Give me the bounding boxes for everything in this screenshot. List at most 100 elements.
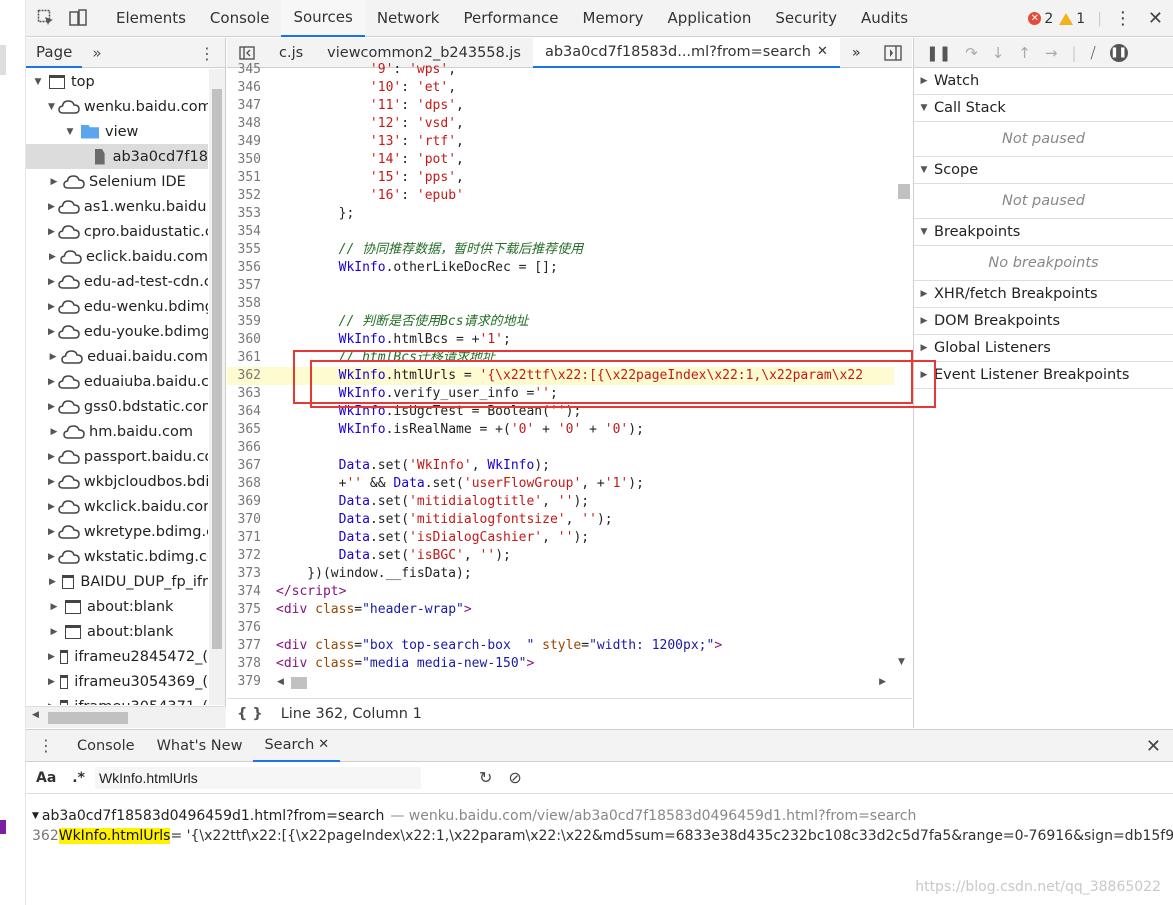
- tree-item[interactable]: ▶ eduai.baidu.com: [26, 344, 208, 369]
- collapsed-arrow-icon[interactable]: ▶: [48, 402, 55, 412]
- search-input[interactable]: [94, 766, 421, 789]
- collapsed-arrow-icon[interactable]: ▶: [48, 377, 55, 387]
- collapsed-arrow-icon[interactable]: ▶: [48, 227, 55, 237]
- line-number[interactable]: 363: [227, 385, 269, 403]
- code-line[interactable]: 348 '12': 'vsd',: [227, 115, 894, 133]
- code-line[interactable]: 345 '9': 'wps',: [227, 61, 894, 79]
- code-line[interactable]: 351 '15': 'pps',: [227, 169, 894, 187]
- section-watch[interactable]: ▶ Watch: [914, 68, 1173, 95]
- expanded-arrow-icon[interactable]: ▼: [914, 227, 934, 237]
- tree-item[interactable]: ▶ passport.baidu.co: [26, 444, 208, 469]
- step-icon[interactable]: →: [1045, 44, 1058, 62]
- tree-item[interactable]: ▼ view: [26, 119, 208, 144]
- navigator-horizontal-scrollbar[interactable]: ◀: [26, 706, 226, 728]
- tree-item[interactable]: ▶ wkbjcloudbos.bdi: [26, 469, 208, 494]
- close-tab-icon[interactable]: ✕: [318, 737, 329, 752]
- line-number[interactable]: 345: [227, 61, 269, 79]
- collapsed-arrow-icon[interactable]: ▶: [48, 602, 60, 612]
- line-number[interactable]: 372: [227, 547, 269, 565]
- code-line[interactable]: 369 Data.set('mitidialogtitle', '');: [227, 493, 894, 511]
- code-line[interactable]: 360 WkInfo.htmlBcs = +'1';: [227, 331, 894, 349]
- deactivate-breakpoints-icon[interactable]: ⧸: [1091, 44, 1096, 62]
- scroll-left-icon[interactable]: ◀: [277, 677, 284, 687]
- close-devtools-icon[interactable]: ✕: [1148, 8, 1163, 29]
- line-number[interactable]: 356: [227, 259, 269, 277]
- tree-item[interactable]: ▶ Selenium IDE: [26, 169, 208, 194]
- section-xhr-fetch-breakpoints[interactable]: ▶ XHR/fetch Breakpoints: [914, 281, 1173, 308]
- tab-sources[interactable]: Sources: [281, 0, 365, 37]
- line-number[interactable]: 362: [227, 367, 269, 385]
- tree-item[interactable]: ▶ edu-ad-test-cdn.c: [26, 269, 208, 294]
- section-breakpoints[interactable]: ▼ Breakpoints: [914, 219, 1173, 246]
- code-line[interactable]: 356 WkInfo.otherLikeDocRec = [];: [227, 259, 894, 277]
- collapsed-arrow-icon[interactable]: ▶: [48, 302, 55, 312]
- drawer-menu-icon[interactable]: ⋮: [26, 736, 66, 755]
- match-case-toggle[interactable]: Aa: [36, 770, 56, 786]
- tab-performance[interactable]: Performance: [451, 0, 570, 37]
- collapsed-arrow-icon[interactable]: ▶: [914, 343, 934, 353]
- refresh-icon[interactable]: ↻: [479, 768, 492, 787]
- collapsed-arrow-icon[interactable]: ▶: [48, 527, 55, 537]
- tree-item[interactable]: ▶ about:blank: [26, 594, 208, 619]
- code-line[interactable]: 368 +'' && Data.set('userFlowGroup', +'1…: [227, 475, 894, 493]
- regex-toggle[interactable]: .*: [72, 770, 85, 786]
- collapsed-arrow-icon[interactable]: ▶: [48, 652, 55, 662]
- tree-item[interactable]: ▶ gss0.bdstatic.com: [26, 394, 208, 419]
- tab-page[interactable]: Page: [26, 38, 83, 68]
- warning-counter[interactable]: 1: [1059, 11, 1085, 27]
- code-line[interactable]: 371 Data.set('isDialogCashier', '');: [227, 529, 894, 547]
- line-number[interactable]: 368: [227, 475, 269, 493]
- code-line[interactable]: 347 '11': 'dps',: [227, 97, 894, 115]
- scrollbar-thumb[interactable]: [898, 184, 910, 199]
- tree-item[interactable]: ▶ BAIDU_DUP_fp_ifr: [26, 569, 208, 594]
- code-line[interactable]: 372 Data.set('isBGC', '');: [227, 547, 894, 565]
- line-number[interactable]: 347: [227, 97, 269, 115]
- line-number[interactable]: 374: [227, 583, 269, 601]
- tree-item[interactable]: ▶ about:blank: [26, 619, 208, 644]
- navigator-vertical-scrollbar[interactable]: [209, 69, 225, 705]
- line-number[interactable]: 351: [227, 169, 269, 187]
- tree-item[interactable]: ▶ eduaiuba.baidu.co: [26, 369, 208, 394]
- close-tab-icon[interactable]: ✕: [817, 44, 828, 59]
- tree-item[interactable]: ab3a0cd7f18: [26, 144, 208, 169]
- line-number[interactable]: 352: [227, 187, 269, 205]
- collapsed-arrow-icon[interactable]: ▶: [914, 289, 934, 299]
- collapsed-arrow-icon[interactable]: ▶: [48, 677, 55, 687]
- line-number[interactable]: 350: [227, 151, 269, 169]
- collapsed-arrow-icon[interactable]: ▶: [48, 477, 55, 487]
- section-event-listener-breakpoints[interactable]: ▶ Event Listener Breakpoints: [914, 362, 1173, 389]
- line-number[interactable]: 376: [227, 619, 269, 637]
- line-number[interactable]: 357: [227, 277, 269, 295]
- code-line[interactable]: 346 '10': 'et',: [227, 79, 894, 97]
- pretty-print-icon[interactable]: { }: [237, 706, 263, 722]
- section-dom-breakpoints[interactable]: ▶ DOM Breakpoints: [914, 308, 1173, 335]
- line-number[interactable]: 375: [227, 601, 269, 619]
- line-number[interactable]: 377: [227, 637, 269, 655]
- more-options-icon[interactable]: ⋮: [1114, 8, 1132, 29]
- pause-icon[interactable]: ❚❚: [926, 44, 951, 62]
- step-over-icon[interactable]: ↷: [965, 44, 978, 62]
- code-line[interactable]: 375 <div class="header-wrap">: [227, 601, 894, 619]
- expand-arrow-icon[interactable]: ▼: [32, 811, 39, 821]
- device-toolbar-icon[interactable]: [66, 6, 90, 30]
- drawer-tab-console[interactable]: Console: [66, 730, 146, 762]
- collapsed-arrow-icon[interactable]: ▶: [48, 627, 60, 637]
- line-number[interactable]: 373: [227, 565, 269, 583]
- collapsed-arrow-icon[interactable]: ▶: [48, 502, 55, 512]
- collapsed-arrow-icon[interactable]: ▶: [48, 452, 55, 462]
- scroll-left-icon[interactable]: ◀: [32, 710, 39, 720]
- collapsed-arrow-icon[interactable]: ▶: [48, 702, 55, 706]
- pause-on-exceptions-icon[interactable]: ❚❚: [1109, 43, 1128, 62]
- line-number[interactable]: 348: [227, 115, 269, 133]
- code-line[interactable]: 370 Data.set('mitidialogfontsize', '');: [227, 511, 894, 529]
- tree-item[interactable]: ▶ hm.baidu.com: [26, 419, 208, 444]
- scrollbar-thumb[interactable]: [48, 712, 128, 724]
- collapsed-arrow-icon[interactable]: ▶: [48, 552, 55, 562]
- line-number[interactable]: 358: [227, 295, 269, 313]
- tree-item[interactable]: ▶ cpro.baidustatic.c: [26, 219, 208, 244]
- tab-application[interactable]: Application: [656, 0, 764, 37]
- tree-item[interactable]: ▶ edu-youke.bdimg: [26, 319, 208, 344]
- code-line[interactable]: 366: [227, 439, 894, 457]
- tree-item[interactable]: ▶ wkretype.bdimg.c: [26, 519, 208, 544]
- tree-item[interactable]: ▶ wkstatic.bdimg.co: [26, 544, 208, 569]
